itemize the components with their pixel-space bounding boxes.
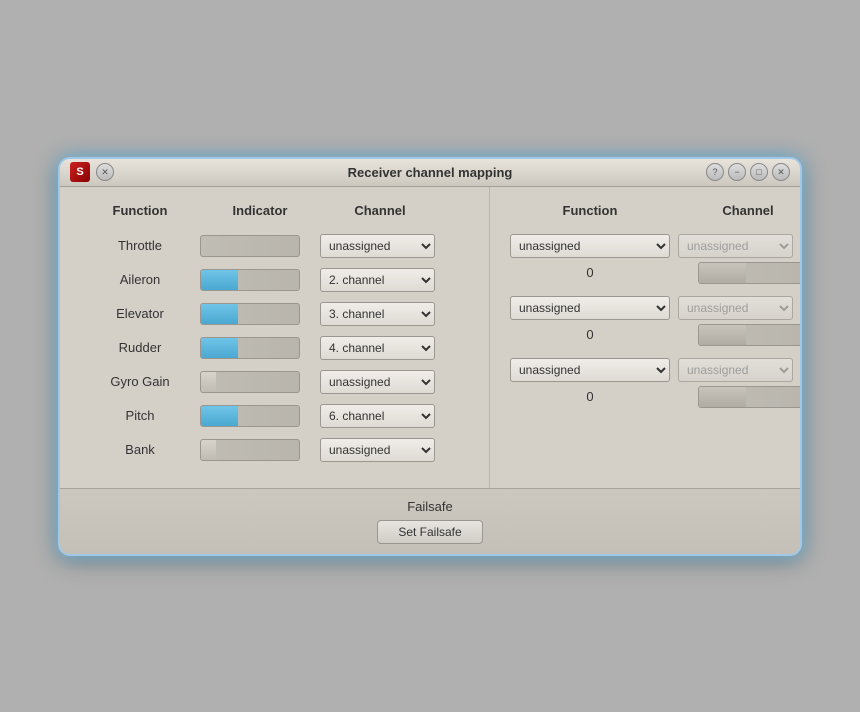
right-indicator: [698, 324, 800, 346]
right-channel-select[interactable]: unassigned: [678, 234, 793, 258]
channel-select[interactable]: 2. channel unassigned1. channel3. channe…: [320, 268, 435, 292]
table-row: Rudder 4. channel unassigned1. channel: [80, 336, 469, 360]
indicator-bar: [200, 269, 300, 291]
function-label: Gyro Gain: [80, 374, 200, 389]
right-indicator-fill: [699, 387, 746, 407]
right-indicator: [698, 262, 800, 284]
right-function-select[interactable]: unassigned: [510, 234, 670, 258]
right-indicator: [698, 386, 800, 408]
channel-select[interactable]: unassigned 1. channel2. channel: [320, 370, 435, 394]
numeric-value: 0: [510, 265, 670, 280]
titlebar-right: ? − □ ✕: [706, 163, 790, 181]
window-title: Receiver channel mapping: [348, 165, 513, 180]
indicator-fill: [201, 372, 216, 392]
right-section: unassigned unassigned 0: [510, 358, 800, 408]
right-function-header: Function: [510, 203, 670, 224]
minimize-btn[interactable]: −: [728, 163, 746, 181]
titlebar-left: S ✕: [70, 162, 114, 182]
right-function-row: unassigned unassigned: [510, 296, 800, 320]
right-value-row: 0: [510, 324, 800, 346]
close-btn2[interactable]: ✕: [772, 163, 790, 181]
main-content: Function Indicator Channel Throttle unas…: [60, 187, 800, 488]
table-row: Throttle unassigned 1. channel2. channel…: [80, 234, 469, 258]
indicator-bar: [200, 439, 300, 461]
right-function-row: unassigned unassigned: [510, 234, 800, 258]
indicator-fill: [201, 270, 238, 290]
right-function-row: unassigned unassigned: [510, 358, 800, 382]
indicator-col-header: Indicator: [200, 203, 320, 224]
failsafe-label: Failsafe: [407, 499, 453, 514]
channel-select[interactable]: 6. channel unassigned1. channel: [320, 404, 435, 428]
right-channel-select[interactable]: unassigned: [678, 358, 793, 382]
function-label: Bank: [80, 442, 200, 457]
maximize-btn[interactable]: □: [750, 163, 768, 181]
indicator-fill: [201, 406, 238, 426]
right-function-select[interactable]: unassigned: [510, 296, 670, 320]
set-failsafe-button[interactable]: Set Failsafe: [377, 520, 482, 544]
right-indicator-fill: [699, 325, 746, 345]
indicator-bar: [200, 235, 300, 257]
indicator-bar: [200, 337, 300, 359]
table-row: Pitch 6. channel unassigned1. channel: [80, 404, 469, 428]
channel-col-header: Channel: [320, 203, 440, 224]
bottom-bar: Failsafe Set Failsafe: [60, 488, 800, 554]
numeric-value: 0: [510, 389, 670, 404]
right-function-select[interactable]: unassigned: [510, 358, 670, 382]
table-row: Aileron 2. channel unassigned1. channel3…: [80, 268, 469, 292]
channel-select[interactable]: unassigned 1. channel2. channel3. channe…: [320, 234, 435, 258]
main-window: S ✕ Receiver channel mapping ? − □ ✕ Fun…: [60, 159, 800, 554]
function-label: Aileron: [80, 272, 200, 287]
indicator-fill: [201, 338, 238, 358]
function-label: Pitch: [80, 408, 200, 423]
table-row: Elevator 3. channel unassigned1. channel…: [80, 302, 469, 326]
right-channel-header: Channel: [678, 203, 800, 224]
right-channel-select[interactable]: unassigned: [678, 296, 793, 320]
indicator-bar: [200, 371, 300, 393]
right-section: unassigned unassigned 0: [510, 234, 800, 284]
left-panel: Function Indicator Channel Throttle unas…: [60, 187, 490, 488]
function-label: Elevator: [80, 306, 200, 321]
channel-select[interactable]: 4. channel unassigned1. channel: [320, 336, 435, 360]
right-value-row: 0: [510, 262, 800, 284]
right-indicator-fill: [699, 263, 746, 283]
close-btn[interactable]: ✕: [96, 163, 114, 181]
indicator-bar: [200, 303, 300, 325]
right-value-row: 0: [510, 386, 800, 408]
right-panel: Function Channel unassigned unassigned 0: [490, 187, 800, 488]
indicator-fill: [201, 440, 216, 460]
app-icon: S: [70, 162, 90, 182]
numeric-value: 0: [510, 327, 670, 342]
channel-select[interactable]: 3. channel unassigned1. channel2. channe…: [320, 302, 435, 326]
right-section: unassigned unassigned 0: [510, 296, 800, 346]
function-col-header: Function: [80, 203, 200, 224]
left-panel-header: Function Indicator Channel: [80, 203, 469, 224]
channel-select[interactable]: unassigned 1. channel: [320, 438, 435, 462]
indicator-fill: [201, 304, 238, 324]
table-row: Bank unassigned 1. channel: [80, 438, 469, 462]
table-row: Gyro Gain unassigned 1. channel2. channe…: [80, 370, 469, 394]
function-label: Rudder: [80, 340, 200, 355]
titlebar: S ✕ Receiver channel mapping ? − □ ✕: [60, 159, 800, 187]
function-label: Throttle: [80, 238, 200, 253]
indicator-bar: [200, 405, 300, 427]
right-panel-header: Function Channel: [510, 203, 800, 224]
help-btn[interactable]: ?: [706, 163, 724, 181]
